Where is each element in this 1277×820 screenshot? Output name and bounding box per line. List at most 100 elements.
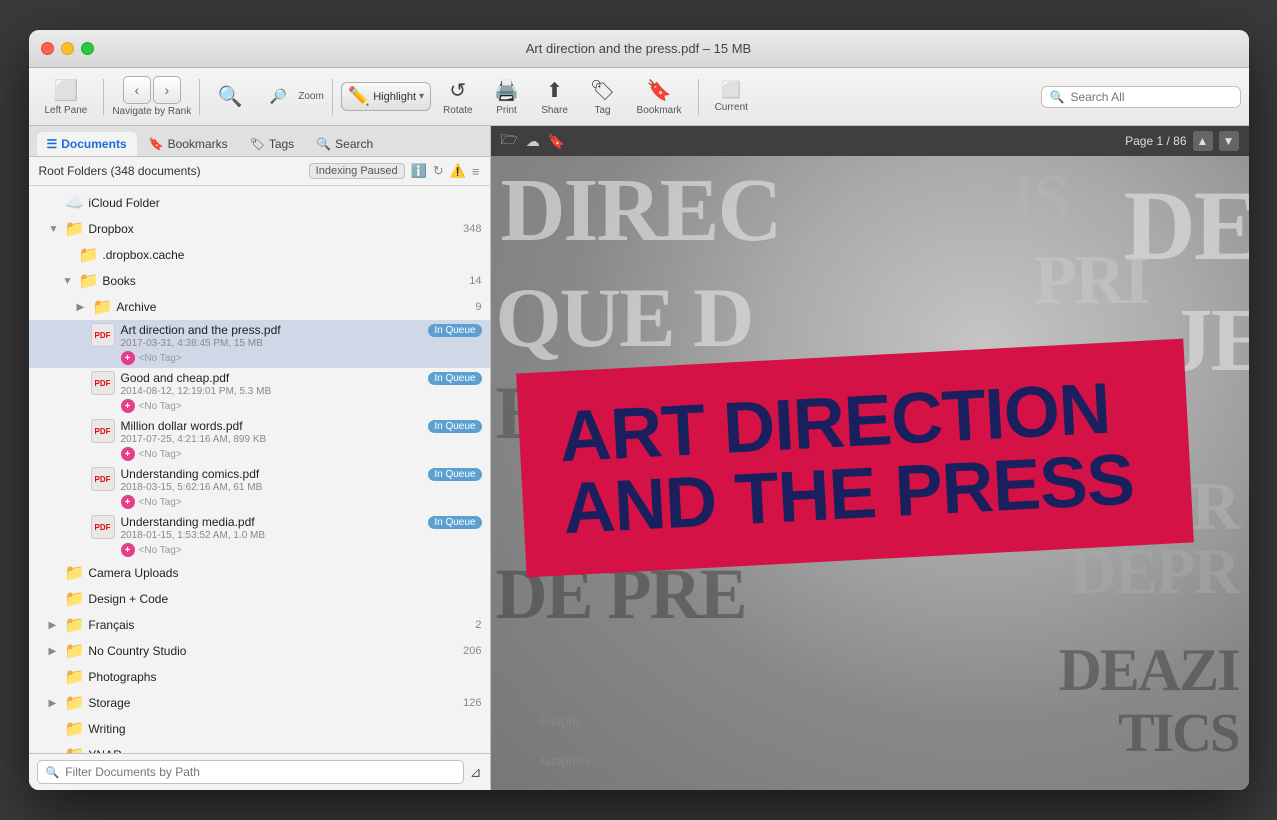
bookmark-icon: 🔖: [647, 78, 672, 103]
red-banner: ART DIRECTIONAND THE PRESS: [516, 339, 1194, 578]
sidebar-item-camera[interactable]: 📁 Camera Uploads: [29, 560, 490, 586]
in-queue-badge-media: In Queue: [428, 516, 481, 529]
sidebar-item-icloud[interactable]: ☁️ iCloud Folder: [29, 190, 490, 216]
file-item-good-cheap[interactable]: PDF Good and cheap.pdf In Queue 2014-08-…: [29, 368, 490, 416]
pdf-icon-million: PDF: [91, 419, 115, 443]
in-queue-badge-art: In Queue: [428, 324, 481, 337]
file-meta-good: 2014-08-12, 12:19:01 PM, 5.3 MB: [121, 386, 482, 397]
cache-label: .dropbox.cache: [102, 248, 481, 262]
sidebar-item-ynar[interactable]: 📁 YNAR: [29, 742, 490, 753]
rotate-button[interactable]: ↺ Rotate: [435, 74, 480, 120]
tab-bookmarks[interactable]: 🔖 Bookmarks: [139, 132, 238, 156]
sidebar-item-no-country[interactable]: ▶ 📁 No Country Studio 206: [29, 638, 490, 664]
filter-funnel-icon[interactable]: ⊿: [470, 764, 482, 781]
storage-count: 126: [463, 697, 481, 709]
pdf-toolbar-left: 🗁 ☁ 🔖: [501, 129, 566, 153]
zoom-label: Zoom: [298, 91, 324, 102]
sidebar-item-dropbox-cache[interactable]: 📁 .dropbox.cache: [29, 242, 490, 268]
sidebar-header-right: Indexing Paused ℹ️ ↻ ⚠️ ≡: [309, 163, 480, 179]
search-toolbar-input[interactable]: [1070, 90, 1231, 104]
pdf-page-info: Page 1 / 86 ▲ ▼: [1125, 131, 1238, 151]
navigate-forward-button[interactable]: ›: [153, 76, 181, 104]
add-tag-icon-million[interactable]: +: [121, 447, 135, 461]
add-tag-icon-art[interactable]: +: [121, 351, 135, 365]
print-button[interactable]: 🖨️ Print: [485, 74, 529, 120]
filter-input[interactable]: [65, 765, 455, 779]
add-tag-icon-good[interactable]: +: [121, 399, 135, 413]
navigate-back-button[interactable]: ‹: [123, 76, 151, 104]
highlight-button[interactable]: ✏️ Highlight ▾: [341, 82, 431, 111]
separator-2: [199, 79, 200, 115]
separator-4: [698, 79, 699, 115]
cloud-icon[interactable]: ☁: [526, 133, 540, 150]
menu-icon[interactable]: ≡: [472, 164, 480, 179]
folder-icon[interactable]: 🗁: [501, 129, 518, 153]
books-folder-icon: 📁: [79, 271, 99, 291]
tab-documents[interactable]: ☰ Documents: [37, 132, 137, 156]
navigate-area: ‹ › Navigate by Rank: [112, 76, 191, 117]
chevron-right-nocountry: ▶: [49, 646, 61, 657]
refresh-icon[interactable]: ↻: [433, 163, 444, 179]
sidebar-item-dropbox[interactable]: ▼ 📁 Dropbox 348: [29, 216, 490, 242]
tab-documents-label: Documents: [61, 137, 126, 151]
zoom-out-button[interactable]: 🔍: [208, 80, 252, 113]
rotate-icon: ↺: [449, 78, 466, 103]
zoom-in-button[interactable]: 🔎: [256, 84, 300, 109]
add-tag-icon-media[interactable]: +: [121, 543, 135, 557]
content-area: ☰ Documents 🔖 Bookmarks 🏷 Tags 🔍 Search: [29, 126, 1249, 790]
sidebar-item-writing[interactable]: 📁 Writing: [29, 716, 490, 742]
page-next-button[interactable]: ▼: [1219, 131, 1239, 151]
sidebar-item-storage[interactable]: ▶ 📁 Storage 126: [29, 690, 490, 716]
icloud-label: iCloud Folder: [88, 196, 481, 210]
add-tag-icon-comics[interactable]: +: [121, 495, 135, 509]
sidebar-item-archive[interactable]: ▶ 📁 Archive 9: [29, 294, 490, 320]
close-button[interactable]: [41, 42, 54, 55]
file-tree: ☁️ iCloud Folder ▼ 📁 Dropbox 348 📁 .drop…: [29, 186, 490, 753]
file-tag-row-art: + <No Tag>: [121, 351, 482, 365]
typo-depri: PRI: [1034, 246, 1149, 316]
pdf-icon-comics: PDF: [91, 467, 115, 491]
graphi-label-1: Graphi: [541, 714, 580, 729]
bookmark-small-icon[interactable]: 🔖: [548, 133, 565, 150]
bookmark-button[interactable]: 🔖 Bookmark: [629, 74, 690, 120]
sidebar-item-books[interactable]: ▼ 📁 Books 14: [29, 268, 490, 294]
sidebar-item-photographs[interactable]: 📁 Photographs: [29, 664, 490, 690]
archive-label: Archive: [116, 300, 471, 314]
file-info-good: Good and cheap.pdf In Queue 2014-08-12, …: [121, 371, 482, 413]
typo-deazi: DEAZI: [1058, 640, 1238, 700]
minimize-button[interactable]: [61, 42, 74, 55]
left-pane-button[interactable]: ⬜ Left Pane: [37, 74, 96, 120]
current-view-button[interactable]: ⬜ Current: [707, 76, 756, 117]
file-tag-row-comics: + <No Tag>: [121, 495, 482, 509]
pdf-icon-media: PDF: [91, 515, 115, 539]
sidebar-header: Root Folders (348 documents) Indexing Pa…: [29, 157, 490, 186]
page-info-label: Page 1 / 86: [1125, 134, 1186, 148]
sidebar-icon: ⬜: [53, 78, 78, 103]
sidebar-item-design[interactable]: 📁 Design + Code: [29, 586, 490, 612]
tab-search[interactable]: 🔍 Search: [306, 132, 383, 156]
share-button[interactable]: ⬆ Share: [533, 74, 577, 120]
dropbox-count: 348: [463, 223, 481, 235]
search-toolbar[interactable]: 🔍: [1041, 86, 1241, 108]
search-toolbar-icon: 🔍: [1050, 90, 1065, 104]
tag-button[interactable]: 🏷 Tag: [581, 74, 625, 120]
file-info-media: Understanding media.pdf In Queue 2018-01…: [121, 515, 482, 557]
file-item-million[interactable]: PDF Million dollar words.pdf In Queue 20…: [29, 416, 490, 464]
window-title: Art direction and the press.pdf – 15 MB: [526, 41, 751, 56]
dropbox-folder-icon: 📁: [65, 219, 85, 239]
tab-tags[interactable]: 🏷 Tags: [240, 132, 305, 156]
file-name-media: Understanding media.pdf: [121, 515, 255, 529]
pdf-toolbar: 🗁 ☁ 🔖 Page 1 / 86 ▲ ▼: [491, 126, 1249, 156]
file-item-art-direction[interactable]: PDF Art direction and the press.pdf In Q…: [29, 320, 490, 368]
info-icon[interactable]: ℹ️: [411, 163, 427, 179]
archive-folder-icon: 📁: [93, 297, 113, 317]
file-item-comics[interactable]: PDF Understanding comics.pdf In Queue 20…: [29, 464, 490, 512]
page-prev-button[interactable]: ▲: [1193, 131, 1213, 151]
file-item-media[interactable]: PDF Understanding media.pdf In Queue 201…: [29, 512, 490, 560]
francais-label: Français: [88, 618, 471, 632]
filter-input-wrap[interactable]: 🔍: [37, 760, 464, 784]
sidebar-item-francais[interactable]: ▶ 📁 Français 2: [29, 612, 490, 638]
photos-folder-icon: 📁: [65, 667, 85, 687]
nocountry-count: 206: [463, 645, 481, 657]
maximize-button[interactable]: [81, 42, 94, 55]
